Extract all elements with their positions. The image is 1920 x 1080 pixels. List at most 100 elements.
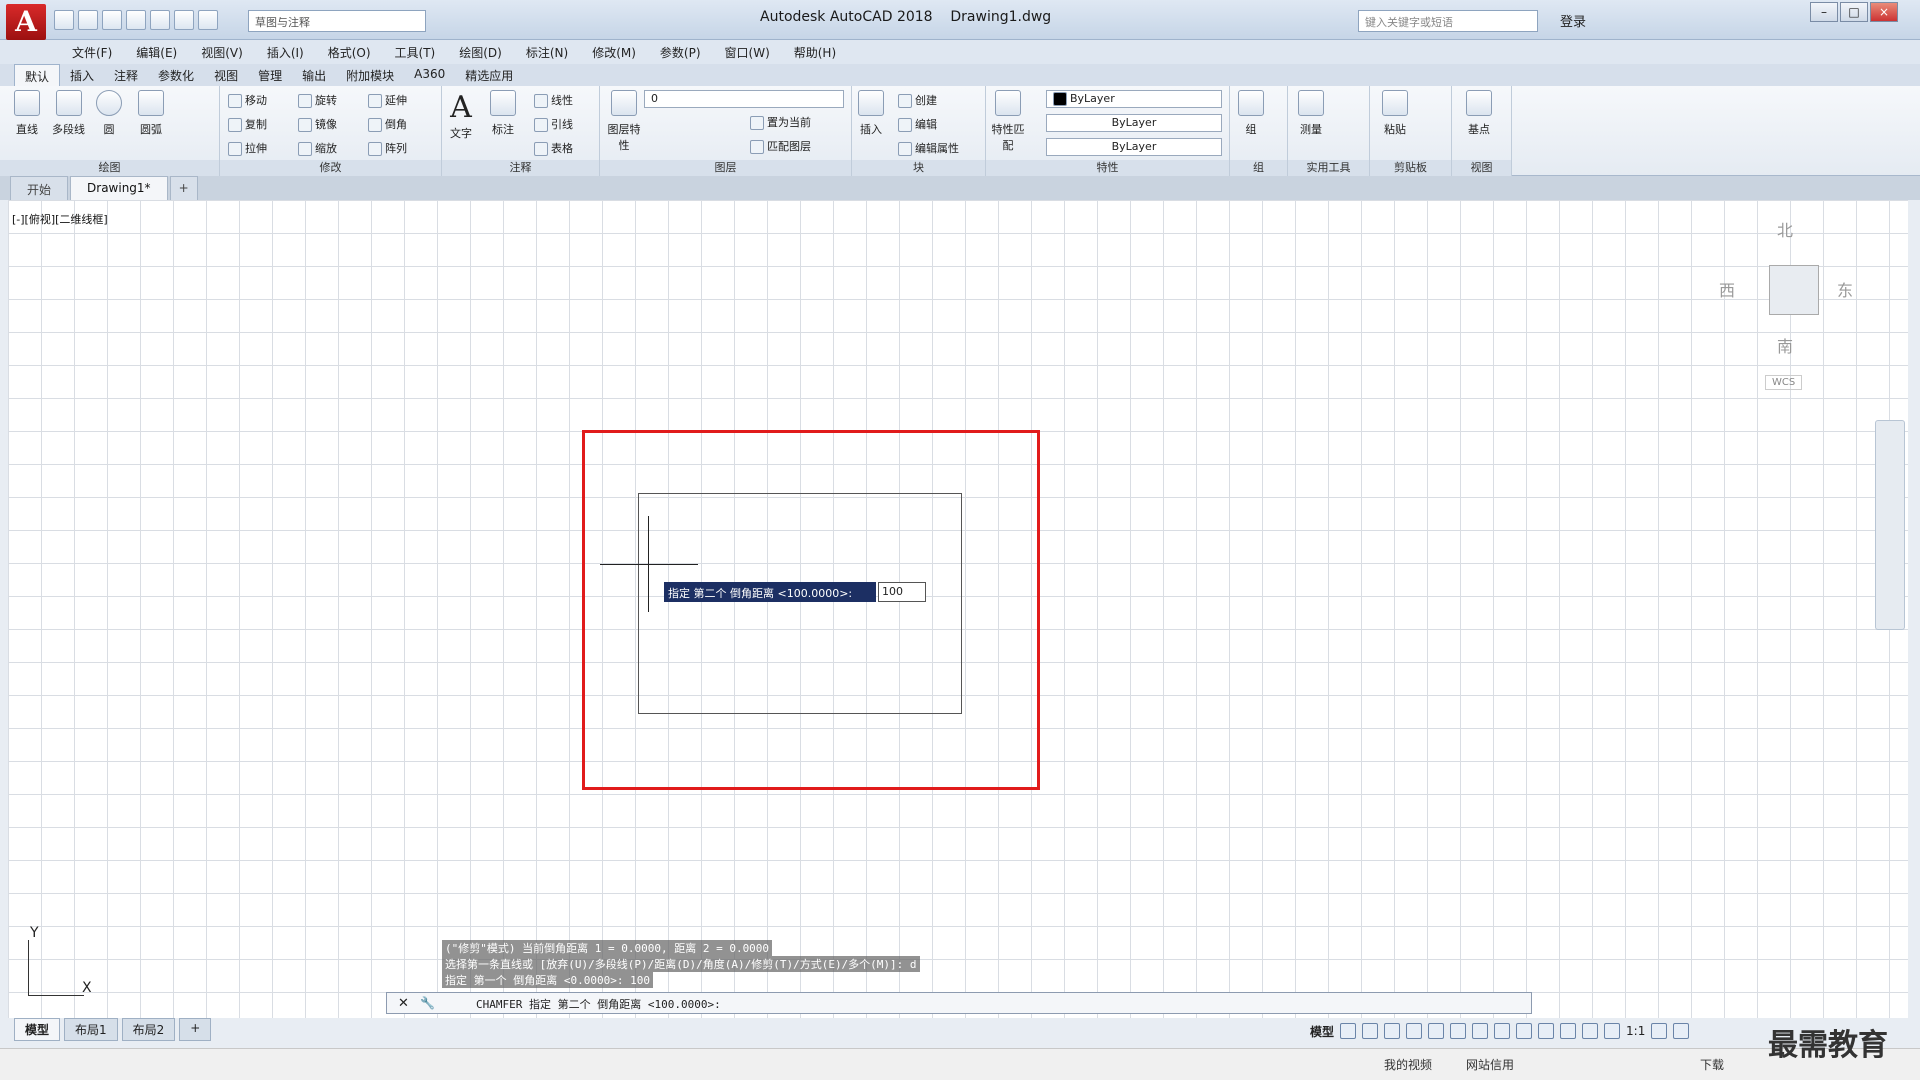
taskbar-site-credit[interactable]: 网站信用: [1466, 1056, 1514, 1073]
groups-panel-title[interactable]: 组: [1230, 160, 1287, 176]
menu-file[interactable]: 文件(F): [60, 40, 124, 64]
dynamic-input-field[interactable]: 100: [878, 582, 926, 602]
viewcube[interactable]: 北 西 东 南 WCS: [1719, 215, 1853, 415]
tab-default[interactable]: 默认: [14, 64, 61, 86]
minimize-button[interactable]: –: [1810, 2, 1838, 22]
tab-drawing1[interactable]: Drawing1*: [70, 176, 168, 200]
tab-manage[interactable]: 管理: [248, 64, 292, 86]
selection-cycling-icon[interactable]: [1560, 1023, 1577, 1039]
create-block-tool[interactable]: 创建: [898, 92, 937, 108]
tab-insert[interactable]: 插入: [60, 64, 104, 86]
scale-tool[interactable]: 缩放: [298, 140, 337, 156]
auto-scale-icon[interactable]: [1604, 1023, 1621, 1039]
annotation-panel-title[interactable]: 注释: [442, 160, 599, 176]
tab-layout1[interactable]: 布局1: [64, 1018, 118, 1041]
insert-block-tool[interactable]: 插入: [858, 90, 884, 137]
tab-view[interactable]: 视图: [204, 64, 248, 86]
save-as-icon[interactable]: [126, 10, 146, 30]
tab-model[interactable]: 模型: [14, 1018, 61, 1041]
taskbar-download[interactable]: 下载: [1700, 1056, 1724, 1073]
color-dropdown[interactable]: ByLayer: [1046, 90, 1222, 108]
text-tool[interactable]: A 文字: [450, 90, 472, 141]
snap-icon[interactable]: [1362, 1023, 1379, 1039]
measure-tool[interactable]: 测量: [1298, 90, 1324, 137]
plot-icon[interactable]: [150, 10, 170, 30]
properties-panel-title[interactable]: 特性: [986, 160, 1229, 176]
draw-panel-title[interactable]: 绘图: [0, 160, 219, 176]
ortho-icon[interactable]: [1406, 1023, 1423, 1039]
redo-icon[interactable]: [198, 10, 218, 30]
lineweight-dropdown[interactable]: ByLayer: [1046, 138, 1222, 156]
customization-menu-icon[interactable]: [1673, 1023, 1690, 1039]
grid-icon[interactable]: [1340, 1023, 1357, 1039]
set-current-tool[interactable]: 置为当前: [750, 114, 811, 130]
workspace-dropdown[interactable]: 草图与注释: [248, 10, 426, 32]
mirror-tool[interactable]: 镜像: [298, 116, 337, 132]
rotate-tool[interactable]: 旋转: [298, 92, 337, 108]
viewcube-south[interactable]: 南: [1777, 333, 1793, 357]
search-input[interactable]: 键入关键字或短语: [1358, 10, 1538, 32]
undo-icon[interactable]: [174, 10, 194, 30]
model-space-button[interactable]: 模型: [1310, 1023, 1334, 1040]
autocad-logo-button[interactable]: A: [6, 4, 46, 40]
tab-output[interactable]: 输出: [292, 64, 336, 86]
block-panel-title[interactable]: 块: [852, 160, 985, 176]
close-button[interactable]: ×: [1870, 2, 1898, 22]
leader-tool[interactable]: 引线: [534, 116, 573, 132]
menu-format[interactable]: 格式(O): [316, 40, 383, 64]
menu-dimension[interactable]: 标注(N): [514, 40, 580, 64]
chamfer-tool[interactable]: 倒角: [368, 116, 407, 132]
viewcube-face-top[interactable]: [1769, 265, 1819, 315]
dimension-tool[interactable]: 标注: [490, 90, 516, 137]
tab-addins[interactable]: 附加模块: [336, 64, 404, 86]
menu-window[interactable]: 窗口(W): [713, 40, 782, 64]
menu-help[interactable]: 帮助(H): [782, 40, 848, 64]
wcs-dropdown[interactable]: WCS: [1765, 375, 1803, 390]
menu-insert[interactable]: 插入(I): [255, 40, 316, 64]
menu-draw[interactable]: 绘图(D): [447, 40, 514, 64]
view-panel-title[interactable]: 视图: [1452, 160, 1511, 176]
tab-featured-apps[interactable]: 精选应用: [455, 64, 523, 86]
linear-tool[interactable]: 线性: [534, 92, 573, 108]
group-tool[interactable]: 组: [1238, 90, 1264, 137]
stretch-tool[interactable]: 拉伸: [228, 140, 267, 156]
add-layout-plus-icon[interactable]: +: [179, 1018, 212, 1041]
viewport-controls[interactable]: [-][俯视][二维线框]: [12, 211, 108, 227]
edit-attributes-tool[interactable]: 编辑属性: [898, 140, 959, 156]
new-file-icon[interactable]: [54, 10, 74, 30]
line-tool[interactable]: 直线: [14, 90, 40, 137]
infer-constraints-icon[interactable]: [1384, 1023, 1401, 1039]
extend-tool[interactable]: 延伸: [368, 92, 407, 108]
tab-start[interactable]: 开始: [10, 176, 69, 200]
modify-panel-title[interactable]: 修改: [220, 160, 441, 176]
layers-panel-title[interactable]: 图层: [600, 160, 851, 176]
polar-tracking-icon[interactable]: [1428, 1023, 1445, 1039]
new-tab-plus-icon[interactable]: +: [169, 176, 198, 200]
object-snap-icon[interactable]: [1494, 1023, 1511, 1039]
polyline-tool[interactable]: 多段线: [52, 90, 85, 137]
object-snap-tracking-icon[interactable]: [1472, 1023, 1489, 1039]
viewcube-west[interactable]: 西: [1719, 277, 1735, 301]
annotation-scale[interactable]: 1:1: [1626, 1024, 1645, 1038]
menu-modify[interactable]: 修改(M): [580, 40, 648, 64]
workspace-gear-icon[interactable]: [1651, 1023, 1668, 1039]
tab-layout2[interactable]: 布局2: [121, 1018, 176, 1041]
utilities-panel-title[interactable]: 实用工具: [1288, 160, 1369, 176]
layer-dropdown[interactable]: 0: [644, 90, 844, 108]
customize-wrench-icon[interactable]: 🔧: [420, 996, 435, 1010]
open-file-icon[interactable]: [78, 10, 98, 30]
command-line-text[interactable]: CHAMFER 指定 第二个 倒角距离 <100.0000>:: [476, 996, 721, 1012]
copy-tool[interactable]: 复制: [228, 116, 267, 132]
base-point-tool[interactable]: 基点: [1466, 90, 1492, 137]
taskbar-my-videos[interactable]: 我的视频: [1384, 1056, 1432, 1073]
arc-tool[interactable]: 圆弧: [138, 90, 164, 137]
save-icon[interactable]: [102, 10, 122, 30]
transparency-icon[interactable]: [1538, 1023, 1555, 1039]
maximize-button[interactable]: □: [1840, 2, 1868, 22]
paste-tool[interactable]: 粘贴: [1382, 90, 1408, 137]
match-layer-tool[interactable]: 匹配图层: [750, 138, 811, 154]
lineweight-icon[interactable]: [1516, 1023, 1533, 1039]
tab-a360[interactable]: A360: [404, 64, 455, 86]
rectangle-geometry[interactable]: [638, 493, 962, 714]
circle-tool[interactable]: 圆: [96, 90, 122, 137]
